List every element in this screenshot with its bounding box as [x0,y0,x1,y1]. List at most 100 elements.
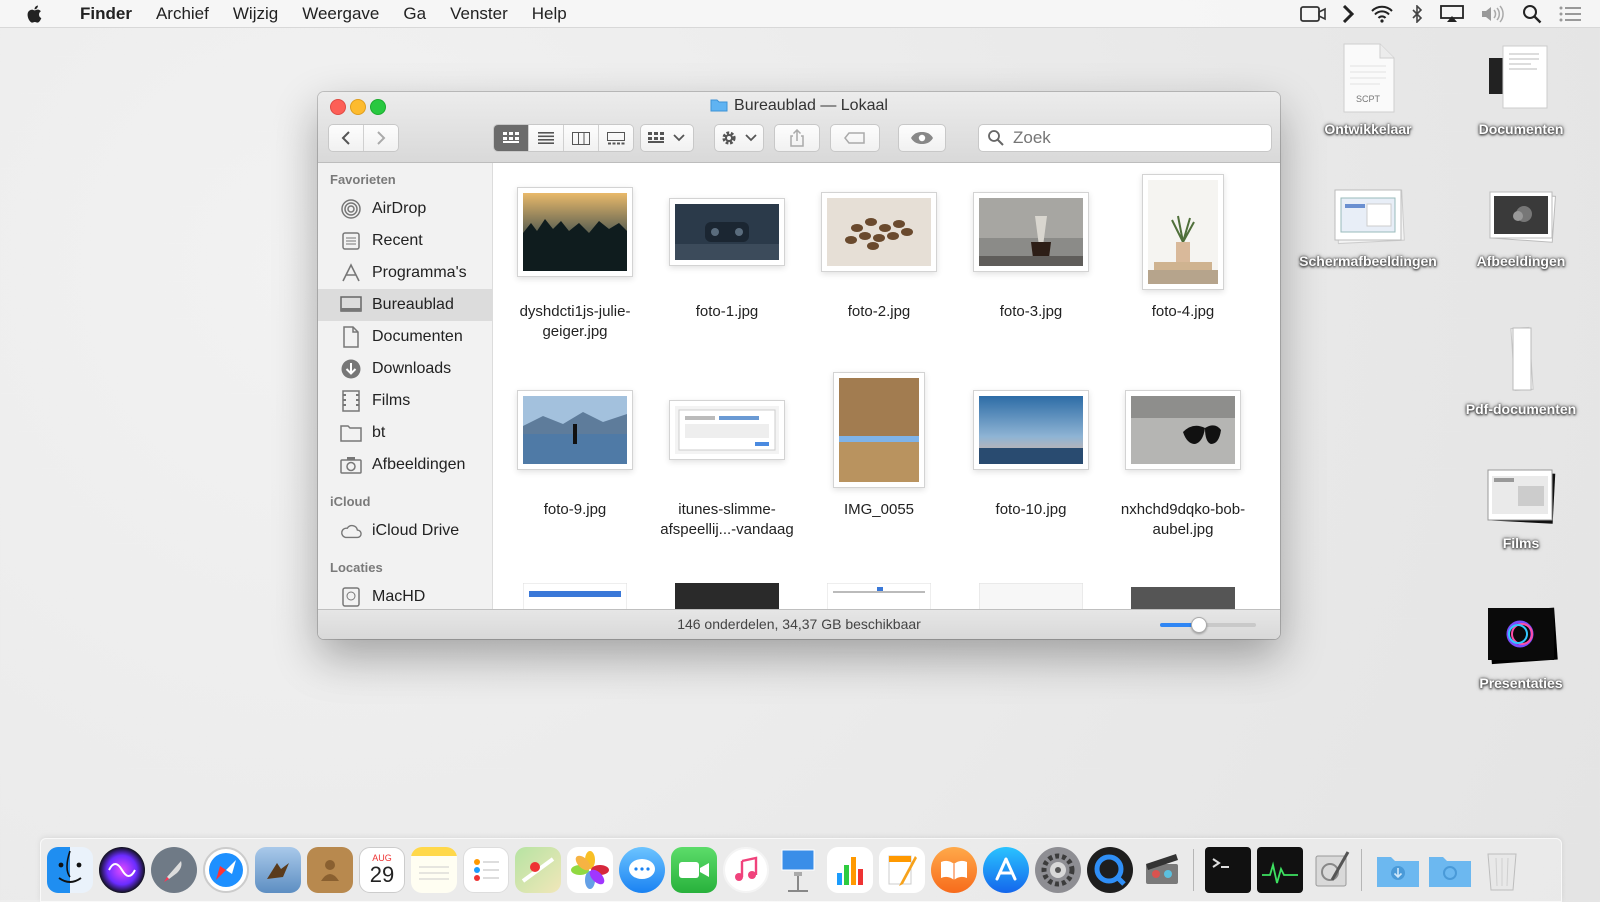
dock-itunes[interactable] [723,847,769,893]
file-item[interactable]: dyshdcti1js-julie-geiger.jpg [500,177,650,342]
dock-app-store[interactable] [983,847,1029,893]
search-input[interactable] [1011,127,1255,149]
menu-weergave[interactable]: Weergave [290,0,391,27]
dock-activity-monitor[interactable] [1257,847,1303,893]
file-item[interactable]: foto-3.jpg [956,177,1106,322]
dock-trash[interactable] [1479,847,1525,893]
dock-facetime[interactable] [671,847,717,893]
search-field[interactable] [978,124,1272,152]
file-name-line1: IMG_0055 [843,501,915,518]
sidebar-item-airdrop[interactable]: AirDrop [318,193,492,225]
slider-knob[interactable] [1191,617,1208,633]
desktop-icon-presentaties[interactable]: Presentaties [1446,604,1596,693]
sidebar-item-downloads[interactable]: Downloads [318,353,492,385]
dock-terminal[interactable] [1205,847,1251,893]
menu-archief[interactable]: Archief [144,0,221,27]
icon-view-button[interactable] [494,125,529,151]
sidebar-item-machd[interactable]: MacHD [318,581,492,609]
share-button[interactable] [774,124,820,152]
menu-venster[interactable]: Venster [438,0,520,27]
apple-menu-icon[interactable] [22,3,48,25]
dock-keynote[interactable] [775,847,821,893]
back-button[interactable] [329,125,364,151]
dock-siri[interactable] [99,847,145,893]
bluetooth-icon[interactable] [1410,4,1424,23]
dock-books[interactable] [931,847,977,893]
edit-tags-button[interactable] [830,124,880,152]
list-icon [538,132,554,144]
sidebar-item-recent[interactable]: Recent [318,225,492,257]
file-item[interactable]: foto-9.jpg [500,375,650,520]
list-view-button[interactable] [529,125,564,151]
file-item[interactable]: nxhchd9dqko-bob-aubel.jpg [1108,375,1258,540]
sidebar-item-programmas[interactable]: Programma's [318,257,492,289]
file-item[interactable]: foto-1.jpg [652,177,802,322]
file-item[interactable]: foto-10.jpg [956,375,1106,520]
sidebar-item-documenten[interactable]: Documenten [318,321,492,353]
menu-app-name[interactable]: Finder [66,0,144,27]
trash-icon [1487,853,1517,891]
column-view-button[interactable] [564,125,599,151]
dock-applications-folder[interactable] [1427,847,1473,893]
sidebar-item-films[interactable]: Films [318,385,492,417]
gallery-view-button[interactable] [599,125,633,151]
icon-size-slider[interactable] [1160,617,1256,633]
dock-pages[interactable] [879,847,925,893]
wifi-icon[interactable] [1370,5,1394,23]
file-item[interactable]: itunes-slimme-afspeellij...-vandaag [652,375,802,540]
menu-help[interactable]: Help [520,0,579,27]
dock-numbers[interactable] [827,847,873,893]
file-item[interactable]: foto-4.jpg [1108,177,1258,322]
dock-photos[interactable] [567,847,613,893]
quick-look-button[interactable] [898,124,946,152]
sidebar-item-bureaublad[interactable]: Bureaublad [318,289,492,321]
desktop-label: Ontwikkelaar [1324,121,1412,137]
status-text: 146 onderdelen, 34,37 GB beschikbaar [677,616,921,632]
desktop-icon-pdf-documenten[interactable]: Pdf-documenten [1446,324,1596,419]
menu-wijzig[interactable]: Wijzig [221,0,290,27]
dock-photo-booth[interactable] [1139,847,1185,893]
desktop-icon-afbeeldingen[interactable]: Afbeeldingen [1446,186,1596,271]
desktop-icon-ontwikkelaar[interactable]: SCPT Ontwikkelaar [1293,42,1443,139]
file-item[interactable]: foto-2.jpg [804,177,954,322]
dock-notes[interactable] [411,847,457,893]
spotlight-search-icon[interactable] [1522,4,1542,24]
desktop-icon-schermafbeeldingen[interactable]: Schermafbeeldingen [1293,186,1443,271]
dock-maps[interactable] [515,847,561,893]
file-item[interactable]: IMG_0055 [804,375,954,520]
dock-quicktime[interactable] [1087,847,1133,893]
dock-contacts[interactable] [307,847,353,893]
notification-center-icon[interactable] [1558,5,1582,23]
dock-launchpad[interactable] [151,847,197,893]
dock-finder[interactable] [47,847,93,893]
file-name-line1: foto-2.jpg [847,303,911,320]
dock-reminders[interactable] [463,847,509,893]
notes-lines-icon [419,866,449,880]
dock-preview[interactable] [255,847,301,893]
dock-messages[interactable] [619,847,665,893]
menu-ga[interactable]: Ga [391,0,438,27]
sidebar-item-icloud-drive[interactable]: iCloud Drive [318,515,492,547]
airplay-icon[interactable] [1440,4,1464,23]
chevron-right-icon[interactable] [1342,4,1354,23]
rocket-icon [164,861,182,882]
window-status-bar: 146 onderdelen, 34,37 GB beschikbaar [318,609,1280,639]
dock-system-preferences[interactable] [1035,847,1081,893]
group-by-button[interactable] [640,124,694,152]
volume-icon[interactable] [1480,5,1506,23]
sidebar-item-label: Afbeeldingen [372,456,466,473]
sidebar-item-label: bt [372,424,386,441]
photos-flower-icon [571,851,609,889]
forward-button[interactable] [364,125,398,151]
action-menu-button[interactable] [714,124,764,152]
dock-downloads-folder[interactable] [1375,847,1421,893]
dock-safari[interactable] [203,847,249,893]
desktop-icon-documenten[interactable]: Documenten [1446,42,1596,139]
sidebar-item-bt[interactable]: bt [318,417,492,449]
dock-script-editor[interactable] [1309,847,1355,893]
desktop-icon-films[interactable]: Films [1446,464,1596,553]
screen-recording-icon[interactable] [1300,5,1326,23]
dock-calendar[interactable]: AUG 29 [359,847,405,893]
file-thumbnail-partial [1131,587,1235,609]
sidebar-item-afbeeldingen[interactable]: Afbeeldingen [318,449,492,481]
